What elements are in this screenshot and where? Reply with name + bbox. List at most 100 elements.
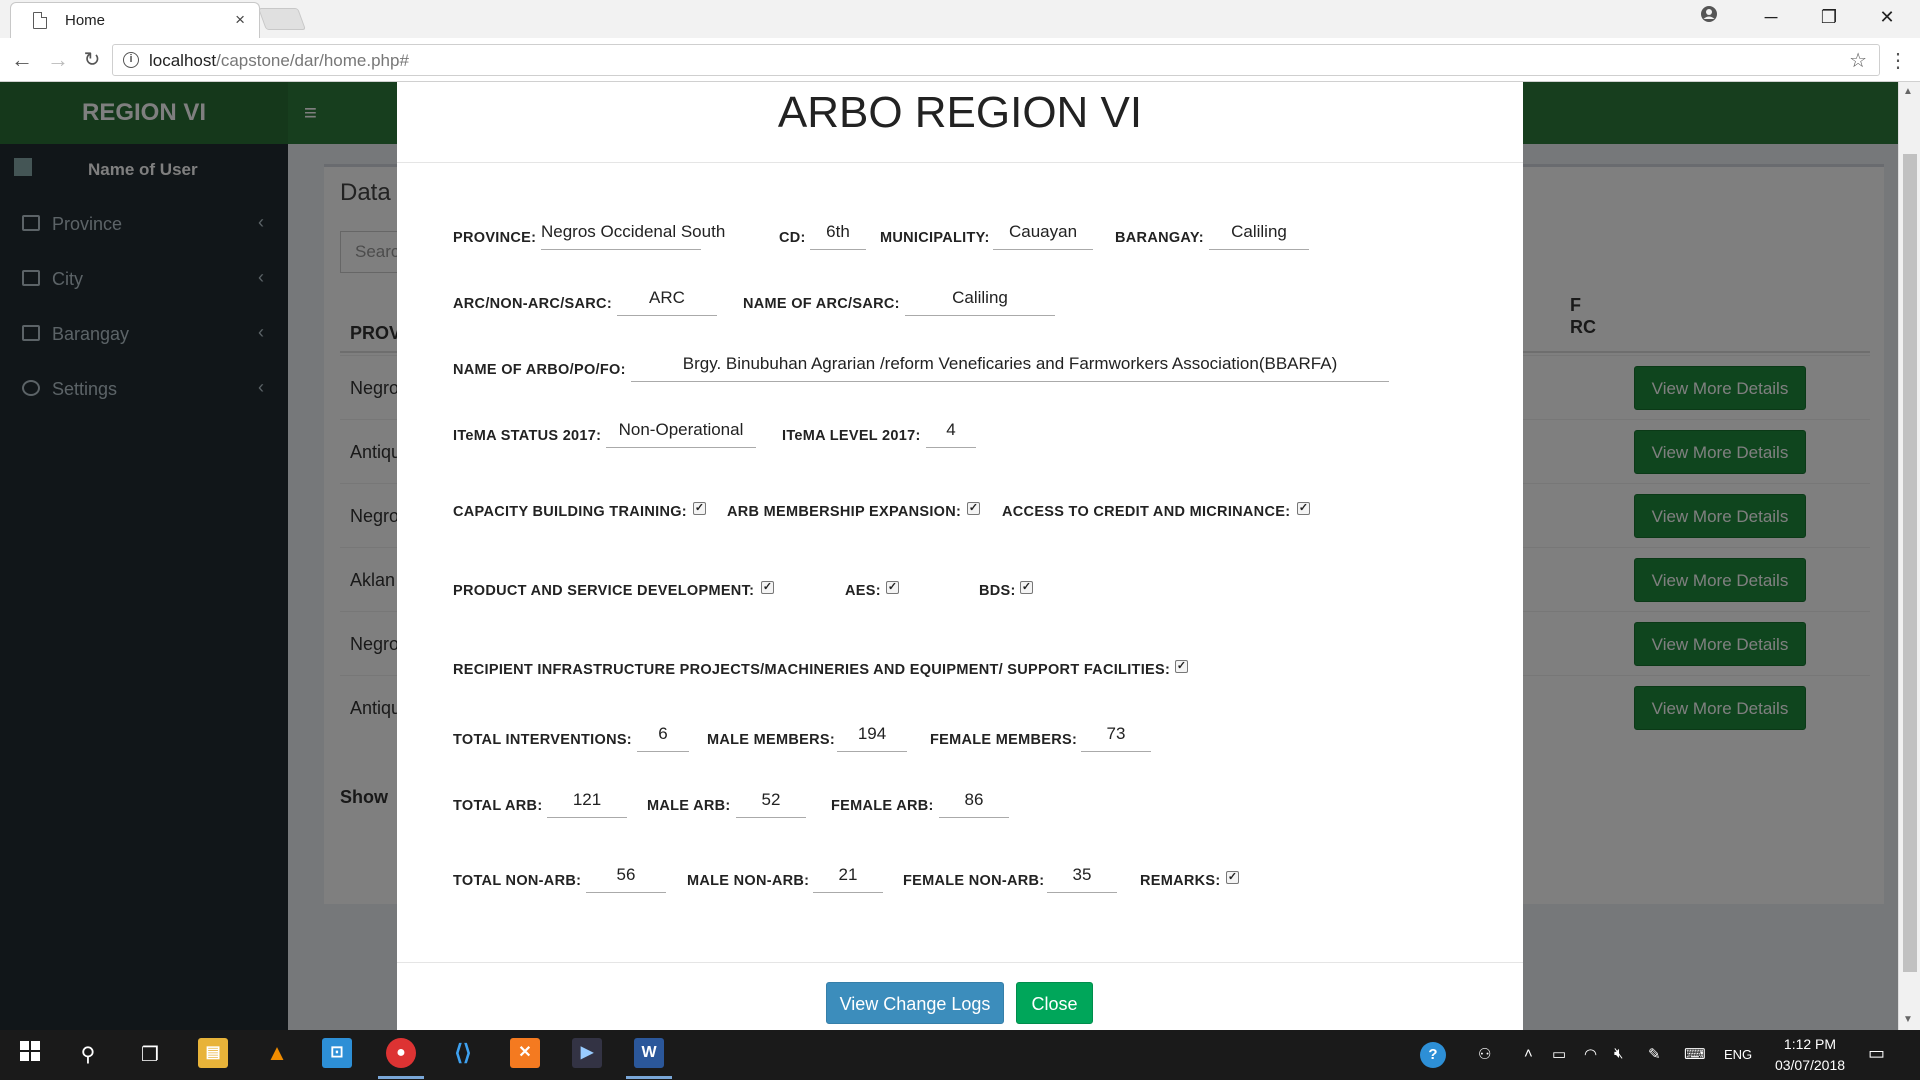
address-bar[interactable]: i localhost/capstone/dar/home.php# ☆ [112,44,1880,76]
female-members-field: 73 [1081,724,1151,752]
access-credit-label: ACCESS TO CREDIT AND MICRINANCE: [1002,504,1291,520]
active-app-indicator [378,1076,424,1079]
male-arb-field: 52 [736,790,806,818]
vlc-icon[interactable]: ▲ [262,1038,292,1068]
municipality-field: Cauayan [993,222,1093,250]
cd-field: 6th [810,222,866,250]
male-arb-label: MALE ARB: [647,798,731,814]
clock-date: 03/07/2018 [1774,1057,1846,1073]
clock-time: 1:12 PM [1783,1036,1837,1052]
barangay-field: Caliling [1209,222,1309,250]
file-explorer-icon[interactable]: ▤ [198,1038,228,1068]
bds-label: BDS: [979,583,1016,599]
people-icon[interactable]: ⚇ [1478,1045,1491,1063]
scroll-up-icon[interactable]: ▲ [1903,86,1913,97]
minimize-button[interactable]: ─ [1742,0,1800,34]
capacity-building-label: CAPACITY BUILDING TRAINING: [453,504,687,520]
male-non-arb-label: MALE NON-ARB: [687,873,810,889]
arbo-name-field: Brgy. Binubuhan Agrarian /reform Venefic… [631,354,1389,382]
reload-icon[interactable]: ↻ [78,46,106,74]
total-interventions-field: 6 [637,724,689,752]
male-members-field: 194 [837,724,907,752]
clock[interactable]: 1:12 PM 03/07/2018 [1770,1034,1850,1076]
total-arb-label: TOTAL ARB: [453,798,543,814]
female-arb-field: 86 [939,790,1009,818]
bds-checkbox[interactable]: ✓ [1020,581,1033,594]
recipient-label: RECIPIENT INFRASTRUCTURE PROJECTS/MACHIN… [453,662,1171,678]
tab-title: Home [65,12,106,29]
browser-tab[interactable]: Home × [10,2,260,38]
help-icon[interactable]: ? [1420,1042,1446,1068]
tab-close-icon[interactable]: × [235,10,245,30]
aes-checkbox[interactable]: ✓ [886,581,899,594]
profile-icon[interactable] [1680,0,1738,34]
modal-title: ARBO REGION VI [777,88,1143,137]
task-view-icon[interactable]: ❐ [130,1037,170,1073]
notifications-icon[interactable]: ▭ [1868,1043,1885,1064]
divider [397,162,1523,163]
active-app-indicator [626,1076,672,1079]
product-service-checkbox[interactable]: ✓ [761,581,774,594]
forward-arrow-icon[interactable]: → [44,46,72,74]
browser-menu-icon[interactable]: ⋮ [1888,48,1908,73]
new-tab-button[interactable] [257,8,307,30]
arb-membership-checkbox[interactable]: ✓ [967,502,980,515]
windows-start-icon[interactable] [10,1037,50,1073]
cd-label: CD: [779,230,806,246]
restore-button[interactable]: ❐ [1800,0,1858,34]
back-arrow-icon[interactable]: ← [8,46,36,74]
access-credit-checkbox[interactable]: ✓ [1297,502,1310,515]
taskbar: ⚲ ❐ ▤ ▲ ⊡ ● ⟨⟩ ✕ ▶ W ? ⚇ ˄ ▭ ◠ 🔇︎ ✎ ⌨ EN… [0,1030,1920,1080]
language-indicator[interactable]: ENG [1724,1047,1752,1062]
close-button[interactable]: Close [1016,982,1093,1024]
itema-level-label: ITeMA LEVEL 2017: [782,428,921,444]
female-members-label: FEMALE MEMBERS: [930,732,1078,748]
female-non-arb-field: 35 [1047,865,1117,893]
chrome-icon[interactable]: ● [386,1038,416,1068]
recipient-checkbox[interactable]: ✓ [1175,660,1188,673]
browser-toolbar: ← → ↻ i localhost/capstone/dar/home.php#… [0,38,1920,82]
teamviewer-icon[interactable]: ⊡ [322,1038,352,1068]
male-non-arb-field: 21 [813,865,883,893]
product-service-label: PRODUCT AND SERVICE DEVELOPMENT: [453,583,755,599]
keyboard-icon[interactable]: ⌨ [1684,1045,1706,1063]
info-icon[interactable]: i [123,52,139,68]
arc-type-label: ARC/NON-ARC/SARC: [453,296,612,312]
arb-membership-label: ARB MEMBERSHIP EXPANSION: [727,504,962,520]
arc-name-label: NAME OF ARC/SARC: [743,296,900,312]
arbo-name-label: NAME OF ARBO/PO/FO: [453,362,626,378]
chevron-up-icon[interactable]: ˄ [1524,1045,1533,1062]
total-non-arb-field: 56 [586,865,666,893]
close-window-button[interactable]: ✕ [1858,0,1916,34]
sublime-icon[interactable]: ▶ [572,1038,602,1068]
vscode-icon[interactable]: ⟨⟩ [448,1038,478,1068]
pen-icon[interactable]: ✎ [1648,1045,1661,1063]
itema-status-label: ITeMA STATUS 2017: [453,428,602,444]
female-non-arb-label: FEMALE NON-ARB: [903,873,1045,889]
view-change-logs-button[interactable]: View Change Logs [826,982,1004,1024]
search-icon[interactable]: ⚲ [68,1037,108,1073]
remarks-checkbox[interactable]: ✓ [1226,871,1239,884]
province-field: Negros Occidenal South [541,222,725,250]
barangay-label: BARANGAY: [1115,230,1204,246]
remarks-label: REMARKS: [1140,873,1221,889]
url-text[interactable]: localhost/capstone/dar/home.php# [149,51,409,71]
page-scrollbar[interactable]: ▲ ▼ [1898,82,1920,1030]
total-non-arb-label: TOTAL NON-ARB: [453,873,582,889]
xampp-icon[interactable]: ✕ [510,1038,540,1068]
arbo-details-modal: ARBO REGION VI PROVINCE: Negros Occidena… [397,82,1523,1030]
scroll-down-icon[interactable]: ▼ [1903,1014,1913,1025]
aes-label: AES: [845,583,881,599]
page-icon [33,12,47,29]
battery-icon[interactable]: ▭ [1552,1045,1566,1063]
volume-muted-icon[interactable]: 🔇︎ [1614,1045,1623,1062]
capacity-building-checkbox[interactable]: ✓ [693,502,706,515]
municipality-label: MUNICIPALITY: [880,230,990,246]
browser-tabbar: Home × ─ ❐ ✕ [0,0,1920,38]
word-icon[interactable]: W [634,1038,664,1068]
arc-name-field: Caliling [905,288,1055,316]
wifi-icon[interactable]: ◠ [1584,1045,1597,1063]
bookmark-star-icon[interactable]: ☆ [1849,48,1867,73]
scroll-thumb[interactable] [1903,154,1917,972]
female-arb-label: FEMALE ARB: [831,798,934,814]
